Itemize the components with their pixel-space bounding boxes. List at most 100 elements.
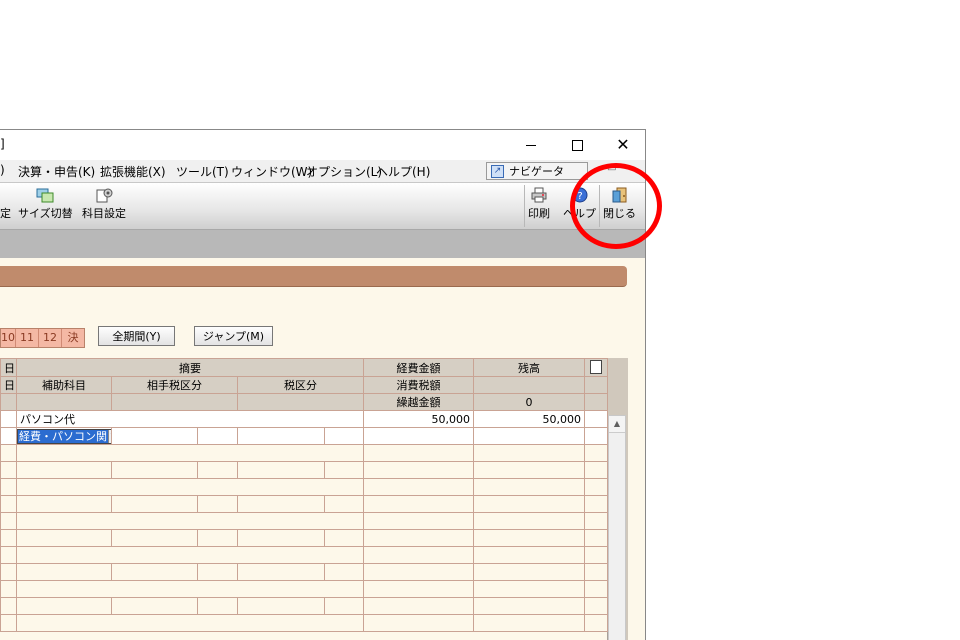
printer-icon [531,187,547,203]
minimize-icon [526,144,536,146]
header-partner-tax: 相手税区分 [111,376,238,394]
table-row[interactable] [0,529,609,547]
table-row[interactable] [0,478,609,496]
menu-item-window[interactable]: ウィンドウ(W) [231,163,312,180]
header-row: 繰越金額 0 [0,393,609,411]
cell-balance[interactable]: 50,000 [473,410,586,428]
memo-icon [590,360,603,374]
header-row: 日 摘要 経費金額 残高 [0,358,609,377]
header-blank [584,393,609,411]
size-switch-label: サイズ切替 [18,207,73,220]
print-button[interactable]: 印刷 [528,187,550,221]
jump-button[interactable]: ジャンプ(M) [194,326,273,346]
header-summary: 摘要 [15,358,365,377]
ledger-grid: 日 摘要 経費金額 残高 日 補助科目 相手税区分 税区分 消費税額 繰越金額 … [0,358,628,640]
table-row[interactable] [0,597,609,615]
toolbar: 定 サイズ切替 科目設定 印刷 ? ヘルプ 閉じる [0,183,645,230]
month-tab-12[interactable]: 12 [39,329,62,347]
header-carryover-label: 繰越金額 [363,393,475,411]
ledger-table: 日 摘要 経費金額 残高 日 補助科目 相手税区分 税区分 消費税額 繰越金額 … [0,358,609,632]
toolbar-partial-button[interactable]: 定 [0,205,11,221]
toolbar-partial-label: 定 [0,207,11,220]
cell-date[interactable] [0,427,17,445]
menu-item-options[interactable]: オプション(L) [306,163,382,180]
account-select-value: 経費・パソコン関 [18,429,108,443]
navigator-button[interactable]: ↗ ナビゲータ [486,162,588,180]
account-settings-button[interactable]: 科目設定 [82,187,126,221]
account-settings-label: 科目設定 [82,207,126,220]
cell-memo[interactable] [584,410,609,428]
cell-date[interactable] [0,410,17,428]
table-row[interactable] [0,563,609,581]
cell-blank[interactable] [473,427,586,445]
ledger-title-band [0,266,627,287]
header-tax-category: 税区分 [236,376,365,394]
minimize-button[interactable] [508,130,554,160]
table-row[interactable] [0,580,609,598]
table-row[interactable] [0,512,609,530]
header-consumption-tax: 消費税額 [363,376,475,394]
header-row: 日 補助科目 相手税区分 税区分 消費税額 [0,376,609,394]
menu-item-tools[interactable]: ツール(T) [176,163,229,180]
header-balance: 残高 [473,358,586,377]
cell-partner-tax-sub[interactable] [197,427,238,445]
memo-header[interactable] [584,358,609,377]
window-title: ] [0,137,5,151]
cell-summary[interactable]: パソコン代 [15,410,365,428]
menu-item-help[interactable]: ヘルプ(H) [376,163,430,180]
maximize-button[interactable] [554,130,600,160]
menu-item-settlement[interactable]: 決算・申告(K) [18,163,95,180]
chevron-down-icon[interactable]: ▼ [108,429,111,443]
print-label: 印刷 [528,207,550,220]
maximize-icon [571,139,583,151]
ledger-panel: 10 11 12 決 全期間(Y) ジャンプ(M) 日 摘要 経費金額 残高 日… [0,258,645,640]
scroll-up-arrow-icon[interactable]: ▲ [609,416,625,433]
navigator-icon: ↗ [491,164,504,178]
table-row[interactable] [0,461,609,479]
account-settings-icon [96,188,113,203]
header-blank [0,393,17,411]
table-row[interactable] [0,495,609,513]
close-window-button[interactable]: ✕ [600,130,645,160]
header-date: 日 [0,376,17,394]
header-blank [584,376,609,394]
header-date: 日 [0,358,17,377]
cell-expense-amount[interactable]: 50,000 [363,410,475,428]
cell-sub-account[interactable]: 経費・パソコン関 ▼ [16,427,112,445]
all-period-button[interactable]: 全期間(Y) [98,326,175,346]
header-blank [473,376,586,394]
table-row[interactable] [0,444,609,462]
cell-blank[interactable] [584,427,609,445]
account-select[interactable]: 経費・パソコン関 ▼ [17,428,111,444]
toolbar-separator [524,185,525,227]
cell-partner-tax[interactable] [111,427,198,445]
table-row[interactable]: 経費・パソコン関 ▼ [0,427,609,445]
table-row[interactable]: パソコン代 50,000 50,000 [0,410,609,428]
month-tab-10[interactable]: 10 [1,329,16,347]
table-row[interactable] [0,614,609,632]
size-switch-button[interactable]: サイズ切替 [18,187,73,221]
cell-tax-category[interactable] [237,427,325,445]
menu-bar: ) 決算・申告(K) 拡張機能(X) ツール(T) ウィンドウ(W) オプション… [0,160,645,183]
header-blank [236,393,365,411]
cell-tax-category-sub[interactable] [323,427,365,445]
close-icon: ✕ [616,135,630,154]
highlight-annotation [570,163,662,249]
vertical-scrollbar[interactable]: ▲ [608,415,626,640]
cell-consumption-tax[interactable] [363,427,475,445]
month-tabs: 10 11 12 決 [0,328,85,348]
title-bar: ] ✕ [0,130,645,160]
header-expense-amount: 経費金額 [363,358,475,377]
app-window: ] ✕ ) 決算・申告(K) 拡張機能(X) ツール(T) ウィンドウ(W) オ… [0,129,646,640]
toolbar-gap [0,230,645,258]
month-tab-11[interactable]: 11 [16,329,39,347]
navigator-label: ナビゲータ [509,165,564,178]
month-tab-settlement[interactable]: 決 [62,329,84,347]
header-blank [16,393,112,411]
header-blank [111,393,238,411]
header-carryover-value: 0 [473,393,586,411]
menu-item-extensions[interactable]: 拡張機能(X) [100,163,166,180]
menu-item-partial[interactable]: ) [0,163,5,177]
header-sub-account: 補助科目 [16,376,112,394]
table-row[interactable] [0,546,609,564]
